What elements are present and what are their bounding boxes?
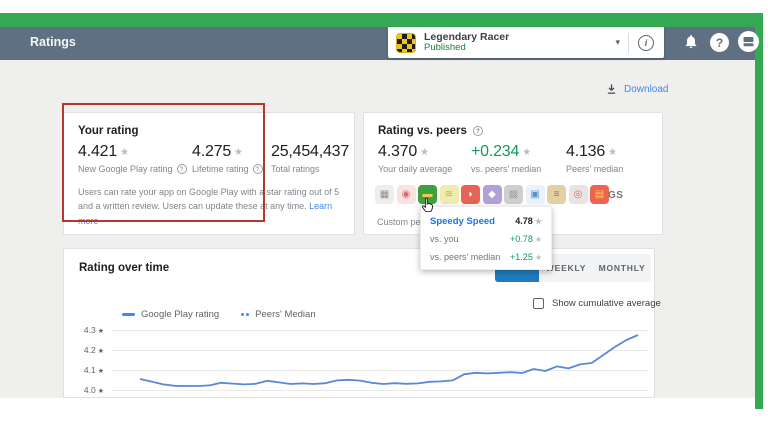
app-status: Published [424,43,509,54]
y-tick-label: 4.1★ [70,365,104,375]
help-icon[interactable]: ? [253,164,263,174]
peer-app-icon[interactable]: ▩ [504,185,523,204]
download-icon [606,83,617,95]
y-tick-label: 4.0★ [70,385,104,395]
star-icon: ★ [608,147,617,158]
rating-description: Users can rate your app on Google Play w… [78,185,352,228]
checkbox-label: Show cumulative average [552,298,661,309]
top-green-bar [0,13,763,27]
star-icon: ★ [234,147,243,158]
peer-app-icon[interactable]: ◆ [483,185,502,204]
star-icon: ★ [420,147,429,158]
peer-app-icon[interactable]: ≡ [547,185,566,204]
tooltip-row-label: vs. peers' median [430,252,500,262]
peers-median-value: 4.136★ [566,143,623,161]
notifications-bell-icon[interactable] [683,33,699,55]
metric-label: New Google Play rating [78,164,173,174]
page-title: Ratings [30,35,76,49]
show-cumulative-toggle[interactable]: Show cumulative average [533,298,661,309]
your-rating-card: Your rating 4.421★ New Google Play ratin… [63,112,355,235]
dots-marker-icon [241,313,249,316]
side-green-bar [755,13,763,409]
help-icon[interactable]: ? [177,164,187,174]
peer-app-icon[interactable]: ≋ [440,185,459,204]
play-console-ratings-page: Ratings Legendary Racer Published ▾ i ? … [0,0,768,430]
new-rating-value: 4.421★ [78,143,187,161]
daily-average-value: 4.370★ [378,143,452,161]
metric-label: Lifetime rating [192,164,249,174]
peer-app-icon[interactable]: ◗ [461,185,480,204]
lifetime-rating-value: 4.275★ [192,143,263,161]
peer-app-icon[interactable]: ◉ [397,185,416,204]
checkbox-unchecked[interactable] [533,298,544,309]
download-button[interactable]: Download [606,83,668,95]
divider [628,33,629,53]
star-icon: ★ [535,217,542,226]
help-icon[interactable]: ? [710,33,729,52]
account-avatar[interactable] [738,31,759,57]
metric-label: Total ratings [271,164,320,174]
app-logo-icon [396,33,416,53]
vs-peers-median-value: +0.234★ [471,143,541,161]
chart-legend: Google Play rating Peers' Median [122,309,316,320]
peer-app-icon[interactable]: ▬ [418,185,437,204]
card-title: Rating over time [79,262,169,274]
app-selector[interactable]: Legendary Racer Published ▾ i [388,27,664,58]
info-icon[interactable]: i [638,35,654,51]
peer-tooltip: Speedy Speed 4.78★ vs. you +0.78★ vs. pe… [420,206,552,270]
y-tick-label: 4.2★ [70,345,104,355]
legend-google-play-rating: Google Play rating [122,309,219,320]
card-title: Your rating [78,125,138,137]
peer-app-icon[interactable]: ▤ [590,185,609,204]
download-label: Download [624,84,668,95]
star-icon: ★ [120,147,129,158]
card-title: Rating vs. peers [378,125,467,137]
chevron-down-icon[interactable]: ▾ [607,37,628,48]
tooltip-row-label: vs. you [430,234,459,244]
star-icon: ★ [535,235,542,244]
tooltip-app-name: Speedy Speed [430,216,495,227]
y-tick-label: 4.3★ [70,325,104,335]
peer-app-icon[interactable]: ◎ [569,185,588,204]
total-ratings-value: 25,454,437 [271,143,349,161]
peer-gs-label[interactable]: GS [608,190,623,201]
peer-icons-row: ▦◉▬≋◗◆▩▣≡◎▤ [375,185,609,204]
star-icon: ★ [522,147,531,158]
star-icon: ★ [535,253,542,262]
help-icon[interactable]: ? [473,126,483,136]
peer-app-icon[interactable]: ▦ [375,185,394,204]
peer-app-icon[interactable]: ▣ [526,185,545,204]
legend-peers-median: Peers' Median [241,309,315,320]
tab-monthly[interactable]: MONTHLY [593,254,651,282]
line-marker-icon [122,313,135,316]
